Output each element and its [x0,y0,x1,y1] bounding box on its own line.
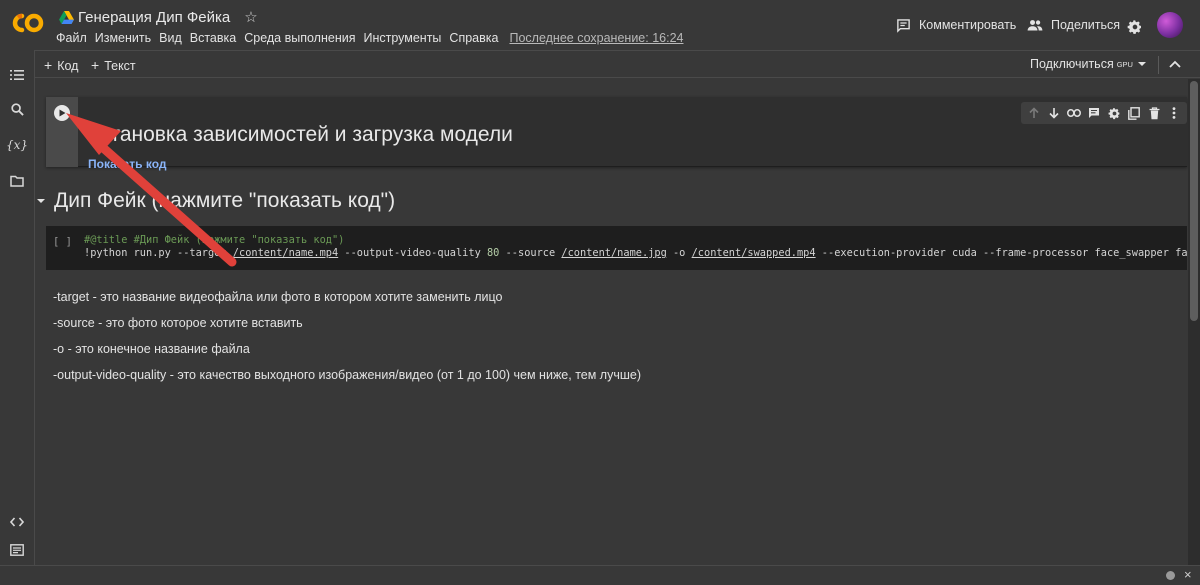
left-sidebar: {x} [0,50,35,565]
colab-logo[interactable] [9,11,45,35]
code-token: /content/swapped.mp4 [691,247,816,259]
cell-toolbar [1021,102,1187,124]
add-text-button[interactable]: + Текст [91,57,136,73]
play-icon [59,109,66,117]
runtime-type-label: GPU [1116,60,1133,69]
arrow-down-icon[interactable] [1046,105,1062,121]
variables-icon[interactable]: {x} [6,136,28,154]
code-token: !python run.py --target [84,247,233,259]
menu-insert[interactable]: Вставка [190,31,236,45]
scrollbar-thumb[interactable] [1190,81,1198,321]
add-text-label: Текст [104,59,136,73]
toc-icon[interactable] [8,66,26,84]
folder-icon[interactable] [8,172,26,190]
link-icon[interactable] [1066,105,1082,121]
app-header: Генерация Дип Фейка ☆ Файл Изменить Вид … [0,0,1200,50]
drive-icon[interactable] [59,10,74,24]
text-paragraph: -target - это название видеофайла или фо… [53,290,503,304]
menu-file[interactable]: Файл [56,31,87,45]
terminal-icon[interactable] [8,541,26,559]
section-header: Дип Фейк (нажмите "показать код") [36,189,395,213]
menu-help[interactable]: Справка [449,31,498,45]
share-label: Поделиться [1051,18,1121,32]
code-token: /content/name.mp4 [232,247,339,259]
connect-label: Подключиться [1030,57,1114,71]
section-cell[interactable]: Установка зависимостей и загрузка модели… [46,97,1187,171]
gear-icon[interactable] [1106,105,1122,121]
notebook-main: Установка зависимостей и загрузка модели… [36,79,1188,565]
notebook-toolbar: + Код + Текст Подключиться GPU [35,50,1200,78]
comment-icon[interactable] [1086,105,1102,121]
code-line: #@title #Дип Фейк (нажмите "показать код… [84,234,345,246]
code-line: !python run.py --target /content/name.mp… [84,247,1188,260]
more-vert-icon[interactable] [1166,105,1182,121]
notebook-title[interactable]: Генерация Дип Фейка [78,9,230,26]
chevron-down-icon[interactable] [1137,59,1147,69]
plus-icon: + [44,57,53,73]
connect-button[interactable]: Подключиться GPU [1030,57,1133,71]
comment-button[interactable]: Комментировать [896,14,1016,36]
avatar[interactable] [1157,12,1183,38]
cell-gutter [46,97,78,167]
status-bar: × [0,565,1200,585]
star-icon[interactable]: ☆ [244,10,257,25]
code-cell[interactable]: [ ] #@title #Дип Фейк (нажмите "показать… [46,226,1188,270]
execution-count[interactable]: [ ] [53,236,72,248]
menu-edit[interactable]: Изменить [95,31,151,45]
last-saved-link[interactable]: Последнее сохранение: 16:24 [509,31,683,45]
vertical-scrollbar[interactable] [1188,79,1200,565]
code-token: --source [499,247,562,259]
chevron-up-icon[interactable] [1168,58,1182,70]
text-paragraph: -output-video-quality - это качество вых… [53,368,642,382]
menu-runtime[interactable]: Среда выполнения [244,31,355,45]
add-code-label: Код [57,59,79,73]
close-icon[interactable]: × [1184,567,1192,582]
code-token: --output-video-quality [338,247,487,259]
comment-label: Комментировать [919,18,1017,32]
code-token: --execution-provider cuda --frame-proces… [815,247,1188,259]
mirror-cell-icon[interactable] [1126,105,1142,121]
menu-bar: Файл Изменить Вид Вставка Среда выполнен… [56,31,691,45]
menu-tools[interactable]: Инструменты [363,31,441,45]
gear-icon [1127,20,1141,34]
run-cell-button[interactable] [54,105,70,121]
show-code-link[interactable]: Показать код [88,157,167,171]
code-token: 80 [486,247,500,259]
menu-view[interactable]: Вид [159,31,182,45]
toolbar-divider [1158,56,1159,74]
add-code-button[interactable]: + Код [44,57,78,73]
share-button[interactable]: Поделиться [1027,14,1120,36]
code-token: /content/name.jpg [561,247,667,259]
search-icon[interactable] [8,100,26,118]
trash-icon[interactable] [1146,105,1162,121]
settings-button[interactable] [1127,16,1151,38]
text-paragraph: -source - это фото которое хотите встави… [53,316,303,330]
code-editor[interactable]: #@title #Дип Фейк (нажмите "показать код… [84,234,1188,260]
section-title: Дип Фейк (нажмите "показать код") [54,189,396,212]
text-paragraph: -o - это конечное название файла [53,342,250,356]
code-snippets-icon[interactable] [8,513,26,531]
collapse-caret-icon[interactable] [36,196,46,206]
plus-icon: + [91,57,100,73]
comment-icon [897,18,910,33]
people-icon [1027,20,1043,31]
code-token: -o [666,247,692,259]
section-title: Установка зависимостей и загрузка модели [88,123,513,146]
arrow-up-icon[interactable] [1026,105,1042,121]
status-indicator-icon [1166,571,1175,580]
